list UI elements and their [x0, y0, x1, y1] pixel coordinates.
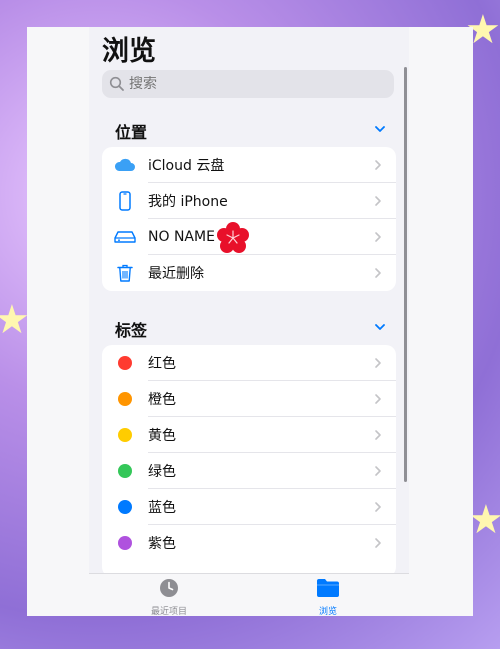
clock-icon [160, 579, 178, 597]
section-title-tags: 标签 [115, 321, 148, 340]
files-app-screen: 浏览 位置 iCloud 云盘 [89, 27, 409, 616]
search-bar[interactable] [102, 70, 394, 98]
chevron-right-icon [375, 232, 381, 242]
tag-label: 绿色 [148, 464, 176, 480]
tab-label: 最近项目 [150, 607, 187, 616]
folder-icon [317, 579, 339, 597]
tag-label: 红色 [148, 356, 176, 372]
chevron-right-icon [375, 538, 381, 548]
tag-label: 紫色 [148, 536, 176, 552]
chevron-right-icon [375, 358, 381, 368]
tag-dot-icon [118, 464, 132, 478]
tag-item-red[interactable]: 红色 [102, 345, 396, 381]
chevron-right-icon [375, 160, 381, 170]
chevron-right-icon [375, 466, 381, 476]
page-title: 浏览 [102, 36, 156, 67]
location-label: NO NAME [148, 229, 215, 245]
star-decoration-icon: ★ [0, 297, 30, 343]
tag-label: 橙色 [148, 392, 176, 408]
location-label: 我的 iPhone [148, 194, 228, 210]
flower-sticker-icon [217, 222, 249, 253]
chevron-right-icon [375, 268, 381, 278]
search-icon [109, 76, 124, 91]
chevron-right-icon [375, 196, 381, 206]
tag-item-orange[interactable]: 橙色 [102, 381, 396, 417]
tag-label: 黄色 [148, 428, 176, 444]
iphone-icon [119, 191, 131, 211]
tag-item-yellow[interactable]: 黄色 [102, 417, 396, 453]
section-title-locations: 位置 [115, 123, 148, 142]
location-label: 最近删除 [148, 266, 204, 282]
tab-recents[interactable]: 最近项目 [129, 578, 209, 616]
tag-item-green[interactable]: 绿色 [102, 453, 396, 489]
tag-dot-icon [118, 392, 132, 406]
tag-dot-icon [118, 356, 132, 370]
location-label: iCloud 云盘 [148, 158, 225, 174]
tag-dot-icon [118, 536, 132, 550]
tab-browse[interactable]: 浏览 [288, 578, 368, 616]
tab-bar: 最近项目 浏览 [89, 573, 409, 616]
location-item-iphone[interactable]: 我的 iPhone [102, 183, 396, 219]
scrollbar[interactable] [404, 67, 407, 482]
chevron-right-icon [375, 502, 381, 512]
search-input[interactable] [129, 76, 369, 92]
tag-item-purple[interactable]: 紫色 [102, 525, 396, 561]
drive-icon [114, 231, 136, 243]
chevron-down-icon[interactable] [373, 320, 387, 334]
tab-label: 浏览 [318, 607, 337, 616]
tag-dot-icon [118, 428, 132, 442]
tag-item-blue[interactable]: 蓝色 [102, 489, 396, 525]
tag-label: 蓝色 [148, 500, 176, 516]
location-item-recently-deleted[interactable]: 最近删除 [102, 255, 396, 291]
locations-list: iCloud 云盘 我的 iPhone NO NAME 最近删除 [102, 147, 396, 291]
tags-list: 红色 橙色 黄色 绿色 蓝色 紫色 [102, 345, 396, 577]
chevron-right-icon [375, 430, 381, 440]
icloud-icon [114, 158, 135, 171]
tag-dot-icon [118, 500, 132, 514]
location-item-icloud[interactable]: iCloud 云盘 [102, 147, 396, 183]
chevron-right-icon [375, 394, 381, 404]
chevron-down-icon[interactable] [373, 122, 387, 136]
trash-icon [117, 264, 133, 282]
